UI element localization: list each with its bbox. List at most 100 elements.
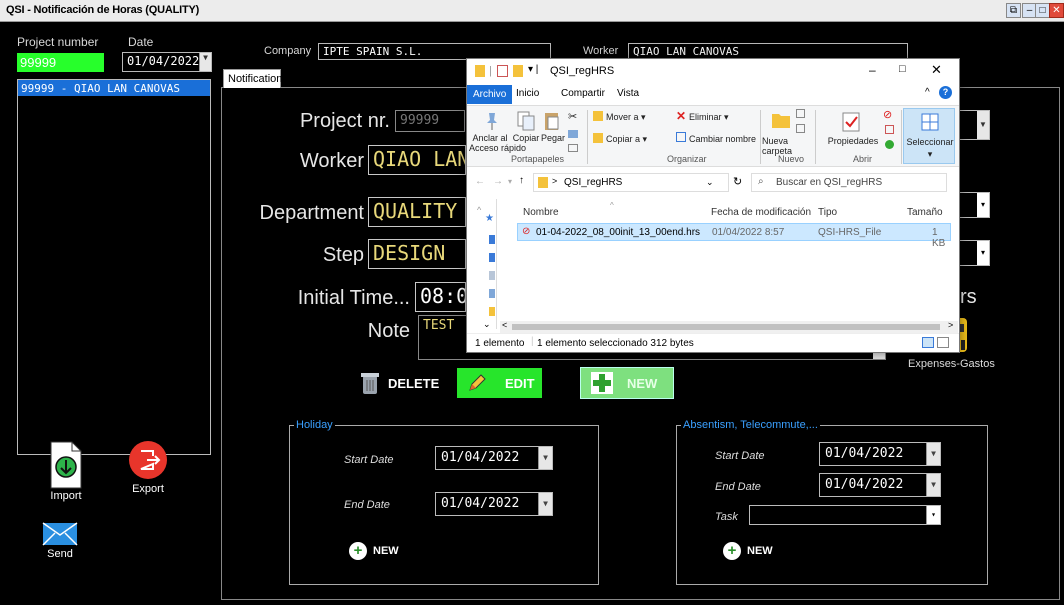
scroll-left-icon[interactable]: < (502, 320, 507, 330)
task-select[interactable]: ▾ (749, 505, 941, 525)
combo-2[interactable]: ▾ (958, 192, 990, 218)
absentism-start-date[interactable]: 01/04/2022 ▼ (819, 442, 941, 466)
holiday-start-date[interactable]: 01/04/2022 ▼ (435, 446, 553, 470)
chevron-down-icon[interactable]: ▾ (977, 193, 989, 217)
plus-circle-icon: + (349, 542, 367, 560)
ribbon-collapse-icon[interactable]: ^ (925, 87, 930, 98)
column-modified[interactable]: Fecha de modificación (711, 207, 811, 218)
minimize-button[interactable]: – (869, 63, 876, 77)
send-button[interactable]: Send (42, 522, 78, 560)
new-folder-icon[interactable] (513, 65, 523, 77)
address-bar[interactable]: > QSI_regHRS ⌄ (533, 173, 729, 192)
restore-icon[interactable]: ⧉ (1006, 3, 1021, 18)
easy-access-icon[interactable] (796, 124, 805, 133)
search-input[interactable]: ⌕ Buscar en QSI_regHRS (751, 173, 947, 192)
properties-button[interactable]: Propiedades (823, 136, 883, 146)
tab-notification[interactable]: Notification (223, 69, 282, 88)
forward-icon[interactable]: → (493, 176, 503, 187)
horizontal-scrollbar[interactable]: < > (500, 320, 958, 333)
combo-1[interactable]: ▼ (958, 110, 990, 140)
scroll-right-icon[interactable]: > (948, 320, 953, 330)
chevron-down-icon[interactable]: ▼ (926, 474, 940, 496)
date-picker[interactable]: 01/04/2022 ▼ (122, 52, 212, 72)
edit-button[interactable]: EDIT (457, 368, 542, 398)
quick-access-icon[interactable]: ★ (485, 213, 494, 224)
documents-icon[interactable] (489, 271, 495, 280)
combo-3[interactable]: ▾ (958, 240, 990, 266)
refresh-icon[interactable]: ↻ (733, 175, 742, 188)
chevron-down-icon[interactable]: ▼ (926, 443, 940, 465)
column-name[interactable]: Nombre (523, 207, 559, 218)
scrollbar-thumb[interactable] (512, 324, 940, 330)
move-to-button[interactable]: Mover a ▾ (606, 112, 646, 122)
folder-icon[interactable] (489, 307, 495, 316)
navigation-pane[interactable]: ^ ★ ⌄ (467, 199, 497, 329)
chevron-down-icon[interactable]: ⌄ (706, 177, 714, 188)
up-icon[interactable]: ↑ (519, 175, 524, 186)
edit-icon[interactable] (885, 125, 894, 134)
holiday-new-button[interactable]: + NEW (349, 542, 399, 560)
absentism-end-date[interactable]: 01/04/2022 ▼ (819, 473, 941, 497)
chevron-down-icon[interactable]: ▼ (538, 447, 552, 469)
column-type[interactable]: Tipo (818, 207, 837, 218)
list-item[interactable]: 99999 - QIAO LAN CANOVAS (18, 80, 210, 96)
downloads-icon[interactable] (489, 253, 495, 262)
paste-shortcut-icon[interactable] (568, 144, 578, 152)
project-nr-field[interactable]: 99999 (395, 110, 465, 132)
copy-path-icon[interactable] (568, 130, 578, 138)
delete-button[interactable]: DELETE (350, 368, 440, 398)
rename-button[interactable]: Cambiar nombre (689, 134, 756, 144)
task-label: Task (715, 511, 738, 523)
details-view-icon[interactable] (922, 337, 934, 348)
close-button[interactable]: ✕ (931, 62, 942, 78)
chevron-down-icon[interactable]: ▾ (926, 506, 940, 524)
tab-inicio[interactable]: Inicio (516, 88, 539, 99)
properties-icon[interactable] (497, 65, 508, 77)
step-field[interactable]: DESIGN (368, 239, 466, 269)
quick-access-dropdown-icon[interactable]: ▾ | (528, 64, 538, 75)
chevron-down-icon[interactable]: ▼ (199, 53, 211, 71)
pictures-icon[interactable] (489, 289, 495, 298)
select-icon (921, 113, 939, 131)
select-button[interactable]: Seleccionar ▾ (903, 108, 955, 164)
export-button[interactable]: Export (128, 440, 168, 495)
paste-button[interactable]: Pegar (540, 133, 566, 143)
initial-time-field[interactable]: 08:0 (415, 282, 466, 312)
copy-to-button[interactable]: Copiar a ▾ (606, 134, 647, 144)
chevron-down-icon[interactable]: ▼ (538, 493, 552, 515)
pin-quick-access-button[interactable]: Anclar al Acceso rápido (469, 133, 526, 153)
large-icons-view-icon[interactable] (937, 337, 949, 348)
new-button[interactable]: NEW (580, 367, 674, 399)
project-list[interactable]: 99999 - QIAO LAN CANOVAS (17, 79, 211, 455)
chevron-down-icon[interactable]: ▾ (977, 241, 989, 265)
copy-button[interactable]: Copiar (511, 133, 541, 143)
recent-dropdown-icon[interactable]: ▾ (508, 177, 512, 186)
project-number-input[interactable]: 99999 (17, 53, 104, 72)
tab-vista[interactable]: Vista (617, 88, 639, 99)
delete-explorer-button[interactable]: Eliminar ▾ (689, 112, 729, 122)
worker-form-field[interactable]: QIAO LAN (368, 145, 466, 175)
maximize-button[interactable]: □ (1035, 3, 1050, 18)
cut-icon[interactable]: ✂ (568, 110, 577, 123)
new-folder-button[interactable]: Nueva carpeta (762, 136, 798, 156)
history-icon[interactable] (885, 140, 894, 149)
close-button[interactable]: ✕ (1049, 3, 1064, 18)
export-icon (129, 441, 167, 479)
department-field[interactable]: QUALITY (368, 197, 466, 227)
back-icon[interactable]: ← (475, 176, 485, 187)
import-button[interactable]: Import (48, 440, 84, 502)
column-size[interactable]: Tamaño (907, 207, 943, 218)
maximize-button[interactable]: □ (899, 63, 906, 75)
new-item-icon[interactable] (796, 109, 805, 118)
tab-archivo[interactable]: Archivo (467, 85, 513, 104)
open-icon[interactable]: ⊘ (883, 108, 892, 121)
holiday-end-date[interactable]: 01/04/2022 ▼ (435, 492, 553, 516)
desktop-icon[interactable] (489, 235, 495, 244)
chevron-down-icon[interactable]: ▼ (977, 111, 989, 139)
file-type: QSI-HRS_File (818, 227, 882, 238)
breadcrumb-path[interactable]: QSI_regHRS (564, 177, 622, 188)
table-row[interactable]: ⊘ 01-04-2022_08_00init_13_00end.hrs 01/0… (517, 223, 951, 249)
tab-compartir[interactable]: Compartir (561, 88, 605, 99)
absentism-new-button[interactable]: + NEW (723, 542, 773, 560)
help-icon[interactable]: ? (939, 86, 952, 99)
